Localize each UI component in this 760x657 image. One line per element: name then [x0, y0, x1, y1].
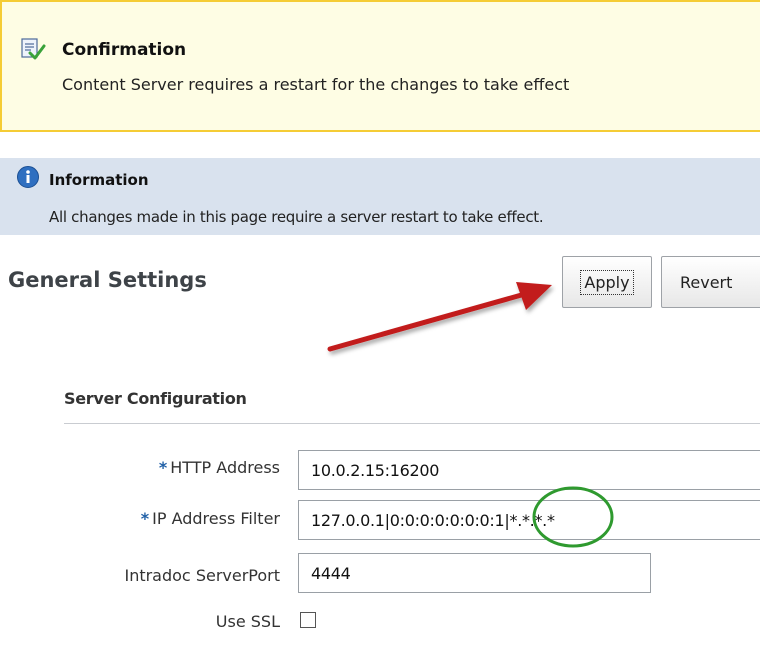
information-message: Information All changes made in this pag…	[0, 158, 760, 235]
revert-button[interactable]: Revert	[661, 256, 760, 308]
ip-address-filter-field[interactable]: 127.0.0.1|0:0:0:0:0:0:0:1|*.*.*.*	[298, 500, 760, 540]
annotation-arrow-icon	[327, 282, 552, 352]
apply-button[interactable]: Apply	[562, 256, 652, 308]
intradoc-serverport-label-text: Intradoc ServerPort	[124, 566, 280, 585]
use-ssl-label-text: Use SSL	[215, 612, 280, 631]
apply-button-label: Apply	[580, 269, 634, 295]
intradoc-serverport-field[interactable]: 4444	[298, 553, 651, 593]
document-check-icon	[21, 38, 46, 60]
revert-button-label: Revert	[680, 272, 733, 292]
http-address-label-text: HTTP Address	[170, 458, 280, 477]
use-ssl-label: Use SSL	[216, 612, 280, 631]
required-indicator: *	[158, 458, 168, 477]
annotation-circle-icon	[532, 486, 614, 548]
ip-address-filter-value: 127.0.0.1|0:0:0:0:0:0:0:1|*.*.*.*	[311, 510, 555, 530]
information-text: All changes made in this page require a …	[49, 208, 544, 226]
ip-address-filter-label-text: IP Address Filter	[152, 509, 280, 528]
use-ssl-checkbox[interactable]	[300, 612, 316, 628]
ip-address-filter-label: * IP Address Filter	[141, 509, 280, 528]
page-title: General Settings	[8, 268, 207, 292]
intradoc-serverport-value: 4444	[311, 563, 351, 583]
section-title: Server Configuration	[64, 389, 247, 408]
section-divider	[64, 423, 760, 424]
http-address-field[interactable]: 10.0.2.15:16200	[298, 450, 760, 490]
confirmation-title: Confirmation	[62, 40, 187, 60]
information-title: Information	[49, 171, 149, 189]
confirmation-message: Confirmation Content Server requires a r…	[0, 0, 760, 132]
info-icon	[17, 166, 39, 188]
http-address-label: * HTTP Address	[159, 458, 280, 477]
intradoc-serverport-label: Intradoc ServerPort	[124, 566, 280, 585]
http-address-value: 10.0.2.15:16200	[311, 460, 440, 480]
required-indicator: *	[140, 509, 150, 528]
confirmation-text: Content Server requires a restart for th…	[62, 75, 570, 94]
